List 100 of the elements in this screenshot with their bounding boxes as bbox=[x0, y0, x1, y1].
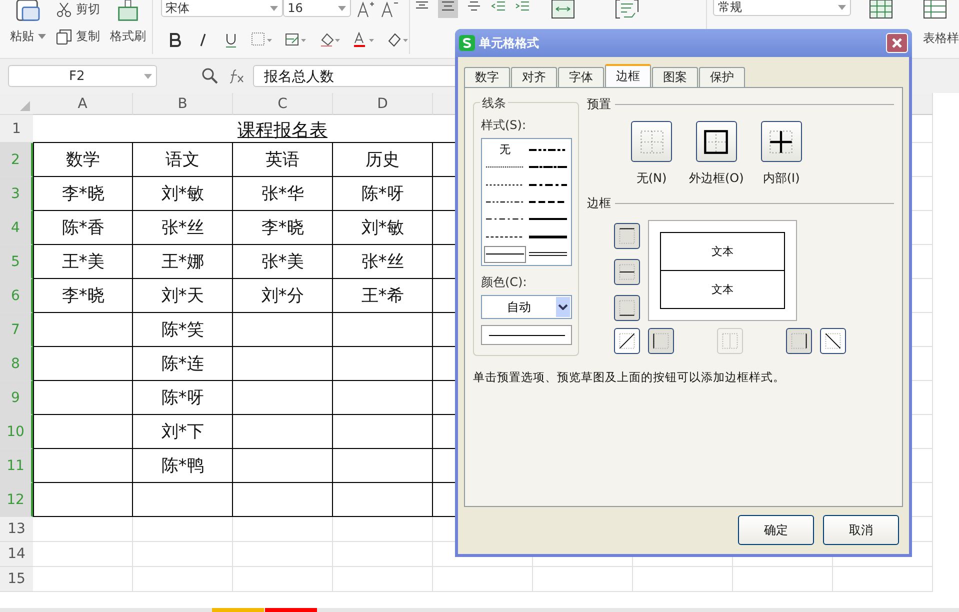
table-cell: 张*华 bbox=[233, 177, 333, 211]
border-toggle-button[interactable] bbox=[820, 328, 846, 354]
table-cell: 数学 bbox=[33, 143, 133, 177]
table-cell: 张*丝 bbox=[133, 211, 233, 245]
row-header[interactable]: 1 bbox=[0, 115, 33, 143]
border-toggle-button[interactable] bbox=[786, 328, 812, 354]
color-label: 颜色(C): bbox=[481, 274, 528, 291]
preset-button[interactable] bbox=[631, 121, 672, 162]
table-icon[interactable] bbox=[869, 0, 894, 20]
border-preset-icon bbox=[703, 128, 730, 154]
line-sample-icon bbox=[529, 232, 568, 241]
hint-text: 单击预置选项、预览草图及上面的按钮可以添加边框样式。 bbox=[473, 370, 786, 385]
name-box[interactable]: F2 bbox=[8, 65, 157, 87]
section-label: 边框 bbox=[587, 195, 611, 212]
table-cell: 王*希 bbox=[333, 279, 433, 313]
increase-font-icon[interactable] bbox=[356, 0, 375, 18]
font-color-icon[interactable] bbox=[352, 32, 375, 48]
table-cell: 李*晓 bbox=[233, 211, 333, 245]
font-size-dropdown[interactable]: 16 bbox=[282, 0, 351, 17]
format-painter-button[interactable]: 格式刷 bbox=[110, 28, 146, 45]
line-style-option[interactable]: 无 bbox=[484, 141, 526, 158]
table-cell: 陈*笑 bbox=[133, 313, 233, 347]
scissors-icon[interactable] bbox=[56, 2, 72, 18]
preset-button[interactable] bbox=[696, 121, 737, 162]
border-side-icon bbox=[823, 331, 843, 351]
border-toggle-button[interactable] bbox=[648, 328, 674, 354]
table-cell: 李*晓 bbox=[33, 279, 133, 313]
table-cell: 刘*敏 bbox=[333, 211, 433, 245]
border-toggle-button[interactable] bbox=[614, 223, 640, 249]
style-label: 样式(S): bbox=[481, 117, 528, 134]
table-cell: 李*晓 bbox=[33, 177, 133, 211]
table-cell: 刘*下 bbox=[133, 415, 233, 449]
table-style-button[interactable]: 表格样 bbox=[923, 30, 959, 47]
table-cell: 刘*敏 bbox=[133, 177, 233, 211]
eraser-icon[interactable] bbox=[386, 32, 409, 48]
dialog-title: 单元格格式 bbox=[479, 34, 540, 52]
table-cell: 历史 bbox=[333, 143, 433, 177]
table-cell: 英语 bbox=[233, 143, 333, 177]
fill-bucket-icon[interactable] bbox=[318, 32, 341, 48]
column-header[interactable]: A bbox=[33, 93, 133, 115]
paste-button[interactable]: 粘贴 bbox=[10, 28, 46, 45]
dialog-tab[interactable]: 对齐 bbox=[511, 67, 557, 87]
row-header[interactable]: 14 bbox=[0, 542, 33, 567]
column-header[interactable]: C bbox=[233, 93, 333, 115]
border-icon[interactable] bbox=[250, 32, 273, 48]
border-side-icon bbox=[617, 226, 637, 246]
table-cell: 陈*连 bbox=[133, 347, 233, 381]
table-edit-icon[interactable] bbox=[284, 32, 307, 48]
preset-label: 内部(I) bbox=[762, 170, 800, 187]
table-style-icon[interactable] bbox=[923, 0, 948, 20]
preset-label: 无(N) bbox=[636, 170, 667, 187]
line-sample-icon bbox=[529, 250, 568, 258]
row-header[interactable]: 13 bbox=[0, 517, 33, 542]
close-icon bbox=[891, 37, 903, 49]
line-style-option[interactable] bbox=[484, 246, 526, 263]
dialog-tab[interactable]: 图案 bbox=[652, 67, 698, 87]
copy-button[interactable]: 复制 bbox=[76, 28, 100, 45]
border-toggle-button[interactable] bbox=[614, 328, 640, 354]
preset-label: 外边框(O) bbox=[689, 170, 744, 187]
table-cell: 刘*天 bbox=[133, 279, 233, 313]
dialog-tab[interactable]: 保护 bbox=[699, 67, 745, 87]
column-header[interactable]: D bbox=[333, 93, 433, 115]
table-cell: 陈*呀 bbox=[333, 177, 433, 211]
dropdown-arrow-icon bbox=[338, 6, 346, 10]
close-button[interactable] bbox=[886, 33, 908, 53]
corner-triangle-icon bbox=[20, 101, 30, 111]
function-icon[interactable] bbox=[227, 67, 245, 85]
color-dropdown[interactable]: 自动 bbox=[481, 295, 572, 319]
dialog-tab[interactable]: 边框 bbox=[605, 64, 651, 87]
border-side-icon bbox=[720, 331, 740, 351]
dropdown-arrow-icon bbox=[270, 6, 278, 10]
dialog-tab[interactable]: 数字 bbox=[464, 67, 510, 87]
merge-cells-icon[interactable] bbox=[550, 0, 575, 20]
table-title: 课程报名表 bbox=[238, 119, 328, 142]
dropdown-arrow-icon bbox=[838, 4, 846, 10]
border-side-icon bbox=[617, 262, 637, 282]
table-cell: 张*丝 bbox=[333, 245, 433, 279]
decrease-font-icon[interactable] bbox=[380, 0, 399, 18]
dialog-button[interactable]: 取消 bbox=[823, 515, 899, 545]
row-header[interactable]: 15 bbox=[0, 567, 33, 592]
dialog-tab[interactable]: 字体 bbox=[558, 67, 604, 87]
line-style-list[interactable]: 无 bbox=[481, 138, 572, 266]
number-format-dropdown[interactable]: 常规 bbox=[712, 0, 851, 16]
border-toggle-button[interactable] bbox=[614, 259, 640, 285]
section-label: 预置 bbox=[587, 96, 611, 113]
table-cell: 王*娜 bbox=[133, 245, 233, 279]
preview-text: 文本 bbox=[712, 244, 734, 259]
preset-button[interactable] bbox=[760, 121, 802, 162]
table-cell: 陈*鸭 bbox=[133, 449, 233, 483]
copy-icon[interactable] bbox=[56, 28, 72, 44]
chevron-down-icon bbox=[558, 304, 568, 310]
column-header[interactable]: B bbox=[133, 93, 233, 115]
border-toggle-button[interactable] bbox=[614, 295, 640, 321]
dropdown-arrow-icon bbox=[144, 74, 152, 78]
cut-button[interactable]: 剪切 bbox=[76, 1, 100, 18]
font-name-dropdown[interactable]: 宋体 bbox=[160, 0, 283, 17]
wrap-text-icon[interactable] bbox=[614, 0, 639, 20]
dialog-button[interactable]: 确定 bbox=[738, 515, 814, 545]
zoom-icon[interactable] bbox=[201, 67, 219, 85]
table-cell: 语文 bbox=[133, 143, 233, 177]
